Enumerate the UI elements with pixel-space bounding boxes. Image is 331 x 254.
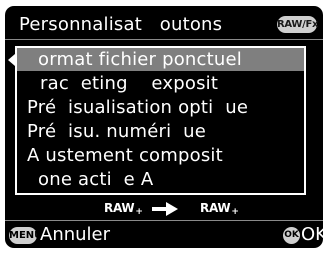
raw-source-text: RAW [104, 201, 135, 215]
chevron-left-icon[interactable] [8, 54, 15, 66]
raw-target-plus: + [231, 207, 239, 217]
raw-target-text: RAW [200, 201, 231, 215]
arrow-right-icon [152, 202, 178, 216]
menu-item-af-active-area[interactable]: one acti e A [38, 170, 153, 190]
raw-target-label: RAW+ [200, 201, 239, 217]
menu-item-exposure-bracketing[interactable]: rac eting exposit [40, 74, 218, 94]
raw-source-plus: + [135, 207, 143, 217]
menu-item-optical-preview[interactable]: Pré isualisation opti ue [27, 98, 248, 118]
raw-source-label: RAW+ [104, 201, 143, 217]
ok-button-badge[interactable]: OK [283, 227, 300, 244]
ok-label[interactable]: OK [301, 225, 327, 245]
menu-item-digital-preview[interactable]: Pré isu. numéri ue [27, 122, 206, 142]
menu-item-file-format[interactable]: ormat fichier ponctuel [38, 50, 242, 70]
header-divider [5, 39, 323, 40]
raw-fx-button-badge[interactable]: RAW/Fx [277, 16, 318, 33]
menu-button-badge[interactable]: MENU [9, 227, 42, 244]
page-title: Personnalisat outons [19, 14, 223, 35]
footer-divider [5, 220, 323, 221]
menu-item-composition-adjust[interactable]: A ustement composit [27, 146, 223, 166]
cancel-label[interactable]: Annuler [40, 225, 110, 245]
